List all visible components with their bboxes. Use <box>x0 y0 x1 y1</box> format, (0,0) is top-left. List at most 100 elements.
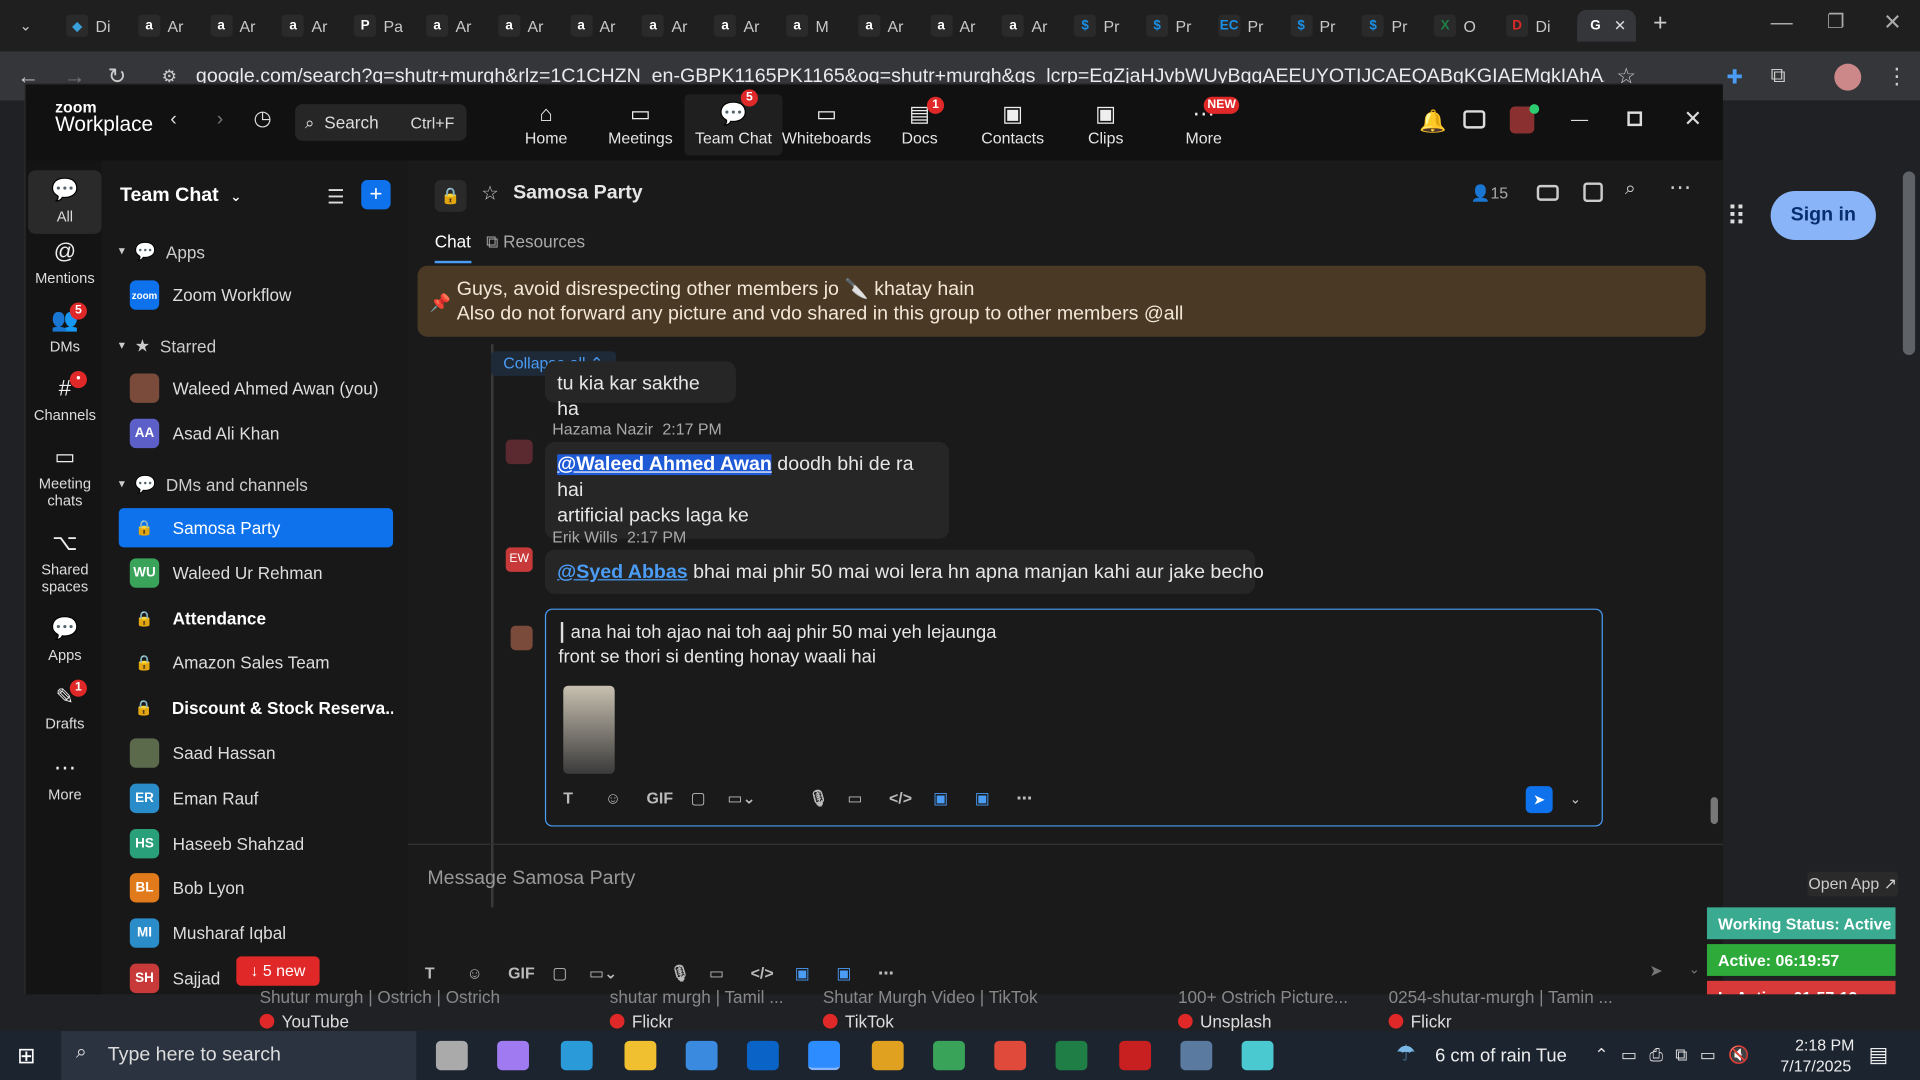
tab-chat[interactable]: Chat <box>434 231 471 264</box>
section-starred[interactable]: ▾ ★ Starred <box>119 336 216 357</box>
mention-link[interactable]: @Syed Abbas <box>557 562 688 583</box>
rail-all[interactable]: 💬 All <box>28 170 102 234</box>
audio-icon[interactable]: 🎙 <box>670 964 690 984</box>
tray-icons[interactable]: ⌃▭⎙⧉▭🔇 <box>1594 1044 1762 1065</box>
browser-tab[interactable]: a Ar <box>923 10 992 42</box>
file-icon[interactable]: ▢ <box>691 789 706 809</box>
sign-in-button[interactable]: Sign in <box>1770 191 1876 241</box>
list-item[interactable]: BL Bob Lyon <box>119 869 393 908</box>
weather-icon[interactable]: ☂ <box>1396 1041 1416 1067</box>
text-format-icon[interactable]: T <box>425 964 435 982</box>
section-apps[interactable]: ▾ 💬 Apps <box>119 241 205 262</box>
browser-tab[interactable]: a Ar <box>131 10 200 42</box>
browser-tab[interactable]: a Ar <box>419 10 488 42</box>
list-item[interactable]: MI Musharaf Iqbal <box>119 914 393 953</box>
screenshot-icon[interactable]: ▭⌄ <box>727 789 755 809</box>
nav-more[interactable]: ⋯ More NEW <box>1155 96 1253 147</box>
list-item[interactable]: AA Asad Ali Khan <box>119 414 393 453</box>
browser-tab[interactable]: $ Pr <box>1139 10 1208 42</box>
rail-shared-spaces[interactable]: ⌥ Shared spaces <box>28 530 101 595</box>
nav-contacts[interactable]: ▣ Contacts <box>964 102 1062 147</box>
channel-search-icon[interactable]: ⌕ <box>1625 179 1636 201</box>
new-messages-pill[interactable]: ↓ 5 new <box>236 956 320 986</box>
nav-team-chat[interactable]: 💬 Team Chat 5 <box>684 89 783 156</box>
send-options-chevron-icon[interactable]: ⌄ <box>1689 961 1700 977</box>
search-box[interactable]: ⌕ Search Ctrl+F <box>295 104 467 141</box>
calculator-icon[interactable] <box>1180 1040 1213 1071</box>
send-options-chevron-icon[interactable]: ⌄ <box>1570 791 1581 807</box>
browser-tab[interactable]: $ Pr <box>1283 10 1352 42</box>
result-source[interactable]: Flickr <box>1411 1011 1452 1031</box>
avatar[interactable] <box>505 439 533 465</box>
code-icon[interactable]: </> <box>889 789 912 807</box>
zoom-close-button[interactable]: ✕ <box>1684 107 1702 133</box>
file-icon[interactable]: ▢ <box>552 964 567 984</box>
excel-icon[interactable] <box>1055 1040 1088 1071</box>
extension-icon[interactable]: ✚ <box>1727 65 1743 89</box>
mention-link[interactable]: @Waleed Ahmed Awan <box>557 454 772 476</box>
result-title[interactable]: 0254-shutar-murgh | Tamin ... <box>1389 987 1634 1007</box>
app-icon-2[interactable]: ▣ <box>975 789 990 809</box>
app-icon-2[interactable]: ▣ <box>836 964 851 984</box>
attached-image[interactable] <box>563 685 615 774</box>
minimize-window-button[interactable]: — <box>1771 10 1793 36</box>
favorite-star-icon[interactable]: ☆ <box>481 181 499 205</box>
app-icon-1[interactable]: ▣ <box>933 789 948 809</box>
app-icon-1[interactable]: ▣ <box>795 964 810 984</box>
section-dms-channels[interactable]: ▾ 💬 DMs and channels <box>119 474 308 495</box>
schedule-icon[interactable] <box>1583 182 1603 203</box>
list-item[interactable]: ER Eman Rauf <box>119 779 393 818</box>
browser-tab[interactable]: a Ar <box>275 10 344 42</box>
emoji-icon[interactable]: ☺ <box>605 789 621 807</box>
browser-tab[interactable]: EC Pr <box>1211 10 1280 42</box>
video-clip-icon[interactable]: ▭ <box>847 789 862 809</box>
nav-whiteboards[interactable]: ▭ Whiteboards <box>778 102 876 147</box>
result-source[interactable]: YouTube <box>282 1011 349 1031</box>
result-source[interactable]: Flickr <box>632 1011 673 1031</box>
browser-tab[interactable]: a Ar <box>635 10 704 42</box>
rail-meeting-chats[interactable]: ▭ Meeting chats <box>28 444 101 509</box>
filezilla-icon[interactable] <box>1119 1040 1152 1071</box>
zoom-minimize-button[interactable]: — <box>1571 109 1588 129</box>
rail-dms[interactable]: 👥 DMs 5 <box>28 302 101 355</box>
list-item[interactable]: HS Haseeb Shahzad <box>119 824 393 863</box>
pinned-message-banner[interactable]: 📌 Guys, avoid disrespecting other member… <box>417 265 1706 337</box>
message-sender[interactable]: Erik Wills 2:17 PM <box>552 528 686 546</box>
result-title[interactable]: Shutur murgh | Ostrich | Ostrich bird | … <box>260 987 505 1007</box>
audio-icon[interactable]: 🎙 <box>808 789 828 809</box>
app-icon[interactable] <box>1241 1040 1274 1071</box>
forward-arrow-icon[interactable]: › <box>217 109 224 131</box>
browser-tab[interactable]: a Ar <box>491 10 560 42</box>
close-tab-icon[interactable]: ✕ <box>1614 17 1626 34</box>
list-item[interactable]: 🔒 Amazon Sales Team <box>119 643 393 682</box>
avatar[interactable]: EW <box>505 547 533 572</box>
browser-tab[interactable]: aM <box>779 10 848 42</box>
browser-tab[interactable]: $ Pr <box>1355 10 1424 42</box>
nav-meetings[interactable]: ▭ Meetings <box>591 102 689 147</box>
browser-menu-icon[interactable]: ⋮ <box>1886 64 1908 90</box>
edit-message-box[interactable]: ana hai toh ajao nai toh aaj phir 50 mai… <box>544 608 1603 827</box>
send-button-disabled[interactable]: ➤ <box>1649 961 1662 981</box>
channel-title[interactable]: Samosa Party <box>513 182 643 204</box>
clock-time[interactable]: 2:18 PM <box>1795 1036 1854 1054</box>
result-source[interactable]: Unsplash <box>1200 1011 1271 1031</box>
filter-icon[interactable]: ☰ <box>327 185 345 209</box>
chrome-icon[interactable] <box>994 1040 1027 1071</box>
rail-mentions[interactable]: @ Mentions <box>28 239 101 287</box>
list-item[interactable]: zoom Zoom Workflow <box>119 276 393 315</box>
browser-tab[interactable]: a Ar <box>851 10 920 42</box>
browser-tab[interactable]: D Di <box>1499 10 1568 42</box>
extensions-puzzle-icon[interactable]: ⧉ <box>1771 64 1786 88</box>
avatar[interactable] <box>510 625 533 651</box>
result-title[interactable]: 100+ Ostrich Picture... <box>1178 987 1423 1007</box>
zoom-app-taskbar-icon[interactable] <box>808 1040 841 1071</box>
profile-avatar[interactable] <box>1834 63 1862 91</box>
back-arrow-icon[interactable]: ‹ <box>170 109 177 131</box>
browser-tab[interactable]: P Pa <box>347 10 416 42</box>
list-item[interactable]: Waleed Ahmed Awan (you) <box>119 369 393 408</box>
nav-home[interactable]: ⌂ Home <box>497 102 595 147</box>
page-scrollbar[interactable] <box>1902 171 1916 356</box>
browser-tab[interactable]: a Ar <box>203 10 272 42</box>
history-icon[interactable]: ◷ <box>253 107 271 131</box>
rail-more[interactable]: ⋯ More <box>28 756 101 804</box>
